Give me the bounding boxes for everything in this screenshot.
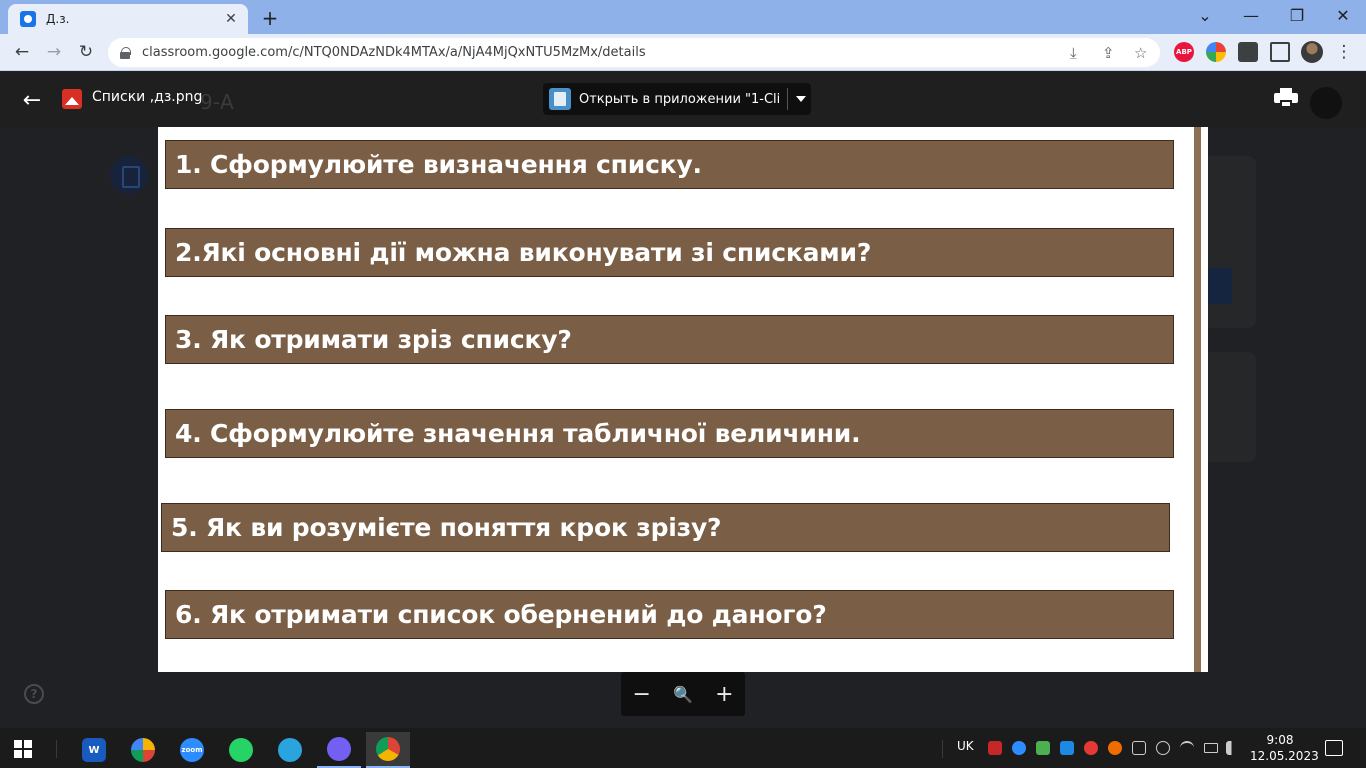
taskbar-app-viber[interactable] bbox=[317, 732, 361, 768]
tray-wifi-icon[interactable] bbox=[1180, 741, 1194, 755]
clock-date: 12.05.2023 bbox=[1250, 749, 1319, 763]
restore-button[interactable]: ❐ bbox=[1274, 0, 1320, 30]
zoom-out-button[interactable]: − bbox=[626, 678, 658, 710]
url-text[interactable]: classroom.google.com/c/NTQ0NDAzNDk4MTAx/… bbox=[142, 45, 646, 60]
windows-taskbar: W zoom UK 9:08 12.05.2023 bbox=[0, 728, 1366, 768]
windows-start-icon[interactable] bbox=[14, 740, 32, 758]
question-box-2: 2.Які основні дії можна виконувати зі сп… bbox=[165, 228, 1174, 277]
zoom-reset-icon[interactable]: 🔍 bbox=[667, 678, 699, 710]
tab-search-icon[interactable]: ⌄ bbox=[1182, 0, 1228, 30]
address-bar[interactable]: classroom.google.com/c/NTQ0NDAzNDk4MTAx/… bbox=[108, 38, 1160, 67]
classroom-favicon-icon bbox=[20, 11, 36, 27]
tray-zoom-icon[interactable] bbox=[1012, 741, 1026, 755]
paint-icon bbox=[131, 738, 155, 762]
tray-bluetooth-icon[interactable] bbox=[1060, 741, 1074, 755]
tray-separator bbox=[942, 740, 943, 758]
question-text-2: 2.Які основні дії можна виконувати зі сп… bbox=[175, 238, 872, 267]
question-box-5: 5. Як ви розумієте поняття крок зрізу? bbox=[161, 503, 1170, 552]
telegram-icon bbox=[278, 738, 302, 762]
forward-button[interactable]: → bbox=[40, 38, 68, 66]
taskbar-app-chrome[interactable] bbox=[366, 732, 410, 768]
input-language[interactable]: UK bbox=[957, 739, 974, 753]
close-window-button[interactable]: ✕ bbox=[1320, 0, 1366, 30]
browser-menu-icon[interactable]: ⋮ bbox=[1330, 38, 1358, 66]
profile-avatar[interactable] bbox=[1301, 41, 1323, 63]
taskbar-app-whatsapp[interactable] bbox=[219, 732, 263, 768]
zoom-icon: zoom bbox=[180, 738, 204, 762]
open-with-divider bbox=[787, 88, 788, 110]
chrome-icon bbox=[376, 737, 400, 761]
question-box-6: 6. Як отримати список обернений до даног… bbox=[165, 590, 1174, 639]
question-text-6: 6. Як отримати список обернений до даног… bbox=[175, 600, 827, 629]
install-app-icon[interactable]: ⤓ bbox=[1070, 44, 1077, 62]
open-with-dropdown-icon[interactable] bbox=[796, 96, 806, 102]
tray-opera-icon[interactable] bbox=[1084, 741, 1098, 755]
question-box-3: 3. Як отримати зріз списку? bbox=[165, 315, 1174, 364]
help-icon[interactable]: ? bbox=[24, 684, 44, 704]
print-icon[interactable] bbox=[1274, 88, 1298, 110]
tray-display-icon[interactable] bbox=[1132, 741, 1146, 755]
tab-title: Д.з. bbox=[46, 12, 70, 26]
tray-battery-icon[interactable] bbox=[1204, 743, 1218, 753]
file-name: Списки ,дз.png bbox=[92, 89, 203, 105]
open-with-app-button[interactable]: Открыть в приложении "1-Click... bbox=[543, 83, 811, 115]
taskbar-app-telegram[interactable] bbox=[268, 732, 312, 768]
clock-time: 9:08 bbox=[1266, 733, 1294, 747]
word-icon: W bbox=[82, 738, 106, 762]
browser-tab-strip: Д.з. ✕ + ⌄ — ❐ ✕ bbox=[0, 0, 1366, 34]
image-file-icon bbox=[62, 89, 82, 109]
minimize-button[interactable]: — bbox=[1228, 0, 1274, 30]
assignment-icon bbox=[110, 156, 148, 194]
whatsapp-icon bbox=[229, 738, 253, 762]
new-tab-button[interactable]: + bbox=[258, 6, 282, 30]
tray-volume-icon[interactable] bbox=[1226, 741, 1240, 755]
tab-close-icon[interactable]: ✕ bbox=[222, 10, 240, 28]
question-text-3: 3. Як отримати зріз списку? bbox=[175, 325, 572, 354]
close-viewer-back-icon[interactable]: ← bbox=[18, 86, 46, 114]
lock-icon[interactable] bbox=[120, 46, 131, 59]
side-panel-icon[interactable] bbox=[1270, 42, 1290, 62]
taskbar-separator bbox=[56, 740, 57, 758]
zoom-in-button[interactable]: + bbox=[708, 678, 740, 710]
zoom-controls: − 🔍 + bbox=[621, 672, 745, 716]
app-save-icon bbox=[549, 88, 571, 110]
adblock-plus-icon[interactable]: ABP bbox=[1174, 42, 1194, 62]
tray-camera-icon[interactable] bbox=[1156, 741, 1170, 755]
question-text-5: 5. Як ви розумієте поняття крок зрізу? bbox=[171, 513, 722, 542]
reload-button[interactable]: ↻ bbox=[72, 38, 100, 66]
open-with-label: Открыть в приложении "1-Click... bbox=[579, 91, 779, 107]
taskbar-clock[interactable]: 9:08 12.05.2023 bbox=[1250, 732, 1319, 764]
background-submit-button bbox=[1208, 268, 1232, 304]
tray-app-icon[interactable] bbox=[1108, 741, 1122, 755]
slide-side-stripe bbox=[1194, 127, 1201, 672]
question-text-4: 4. Сформулюйте значення табличної величи… bbox=[175, 419, 861, 448]
viber-icon bbox=[327, 737, 351, 761]
question-box-1: 1. Сформулюйте визначення списку. bbox=[165, 140, 1174, 189]
notifications-icon[interactable] bbox=[1325, 740, 1343, 756]
question-box-4: 4. Сформулюйте значення табличної величи… bbox=[165, 409, 1174, 458]
bookmark-star-icon[interactable]: ☆ bbox=[1134, 44, 1147, 62]
browser-toolbar: ← → ↻ classroom.google.com/c/NTQ0NDAzNDk… bbox=[0, 34, 1366, 71]
taskbar-app-zoom[interactable]: zoom bbox=[170, 732, 214, 768]
image-preview: 1. Сформулюйте визначення списку. 2.Які … bbox=[158, 127, 1208, 672]
share-icon[interactable]: ⇪ bbox=[1102, 44, 1115, 62]
tray-shield-icon[interactable] bbox=[988, 741, 1002, 755]
background-class-title: 9-А bbox=[200, 90, 234, 114]
back-button[interactable]: ← bbox=[8, 38, 36, 66]
taskbar-app-paint[interactable] bbox=[121, 732, 165, 768]
tray-utorrent-icon[interactable] bbox=[1036, 741, 1050, 755]
taskbar-app-word[interactable]: W bbox=[72, 732, 116, 768]
browser-tab-active[interactable]: Д.з. ✕ bbox=[8, 4, 248, 34]
file-viewer-header: ← 9-А Списки ,дз.png Открыть в приложени… bbox=[0, 72, 1366, 127]
extensions-puzzle-icon[interactable] bbox=[1238, 42, 1258, 62]
google-extension-icon[interactable] bbox=[1206, 42, 1226, 62]
question-text-1: 1. Сформулюйте визначення списку. bbox=[175, 150, 702, 179]
background-avatar bbox=[1310, 87, 1342, 119]
